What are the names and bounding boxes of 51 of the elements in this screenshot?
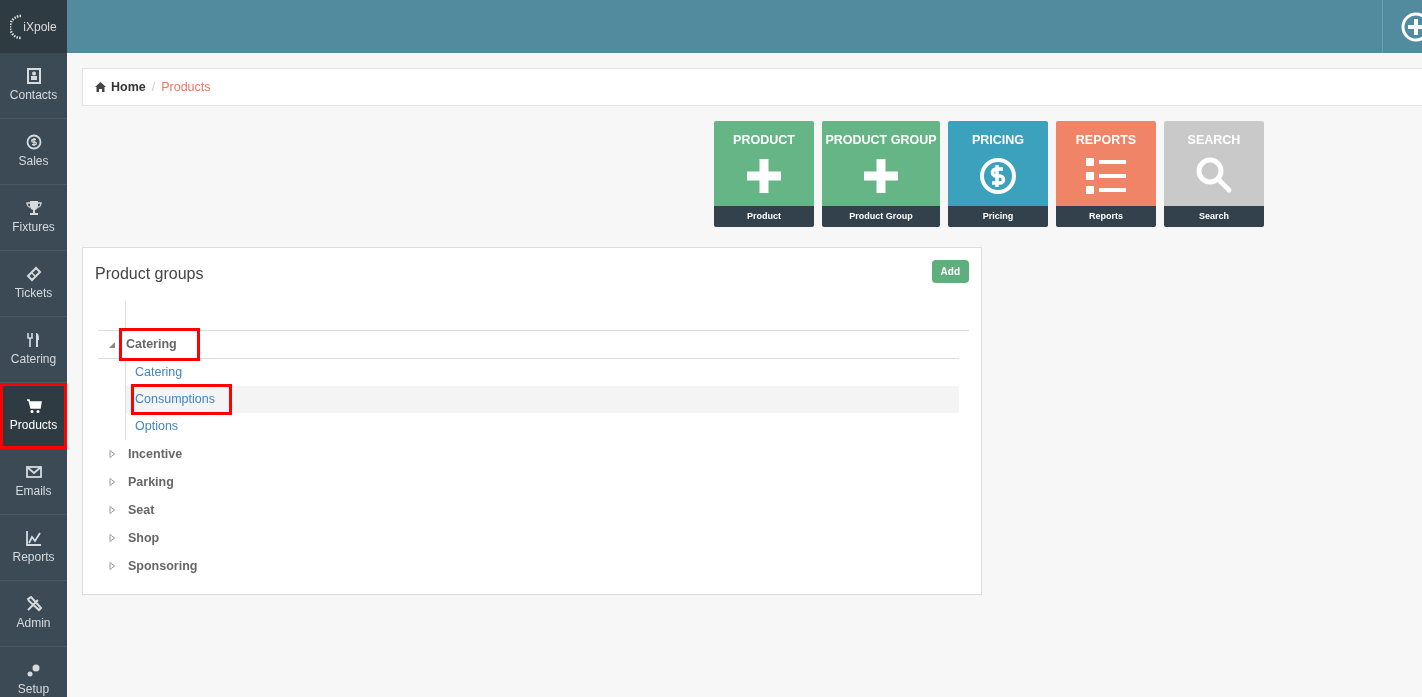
tile-title: REPORTS (1075, 132, 1137, 149)
sidebar-item[interactable]: Emails (0, 449, 67, 515)
tree-leaf[interactable]: Options (134, 415, 180, 438)
breadcrumb-separator: / (151, 78, 156, 96)
cart-icon (25, 397, 42, 414)
search-icon (1194, 155, 1234, 196)
logo-text: iXpole (23, 18, 57, 36)
collapsed-triangle-icon[interactable] (108, 534, 116, 542)
sidebar-item[interactable]: Setup (0, 647, 67, 697)
list-icon (1086, 155, 1126, 196)
collapsed-triangle-icon[interactable] (108, 450, 116, 458)
collapsed-triangle-icon[interactable] (108, 478, 116, 486)
tree-node[interactable]: Catering (122, 331, 197, 358)
tree-leaf[interactable]: Consumptions (134, 387, 229, 412)
tile-caption: Product (714, 206, 814, 227)
tree-node[interactable]: Shop (124, 528, 164, 548)
add-icon[interactable] (1382, 0, 1422, 53)
tile-title: PRICING (971, 132, 1025, 149)
tree-node[interactable]: Parking (124, 472, 178, 492)
sidebar-item[interactable]: Reports (0, 515, 67, 581)
fork-knife-icon (25, 331, 42, 348)
dollar-coin-icon (25, 133, 42, 150)
tile-caption: Reports (1056, 206, 1156, 227)
dollar-coin-icon (978, 155, 1018, 196)
tile-caption: Search (1164, 206, 1264, 227)
sidebar-item[interactable]: Sales (0, 119, 67, 185)
home-icon (95, 82, 106, 92)
tile-caption: Pricing (948, 206, 1048, 227)
tree-node[interactable]: Sponsoring (124, 556, 202, 576)
sidebar-item[interactable]: Contacts (0, 53, 67, 119)
expanded-triangle-icon[interactable] (108, 340, 116, 349)
tools-icon (25, 595, 42, 612)
collapsed-triangle-icon[interactable] (108, 562, 116, 570)
tree-node[interactable]: Incentive (124, 444, 187, 464)
tree-leaf[interactable]: Catering (134, 361, 184, 384)
panel-title: Product groups (95, 264, 204, 284)
sidebar-item[interactable]: Admin (0, 581, 67, 647)
sidebar-item[interactable]: Products (0, 383, 67, 449)
tile-title: PRODUCT GROUP (825, 132, 937, 149)
contact-card-icon (25, 67, 42, 84)
tile-title: PRODUCT (733, 132, 795, 149)
breadcrumb-link[interactable]: Home (111, 77, 146, 97)
tile-caption: Product Group (822, 206, 940, 227)
envelope-icon (25, 463, 42, 480)
tree-node[interactable]: Seat (124, 500, 159, 520)
trophy-icon (25, 199, 42, 216)
sidebar-item[interactable]: Tickets (0, 251, 67, 317)
collapsed-triangle-icon[interactable] (108, 506, 116, 514)
ticket-icon (25, 265, 42, 282)
line-chart-icon (25, 529, 42, 546)
sidebar-item[interactable]: Fixtures (0, 185, 67, 251)
